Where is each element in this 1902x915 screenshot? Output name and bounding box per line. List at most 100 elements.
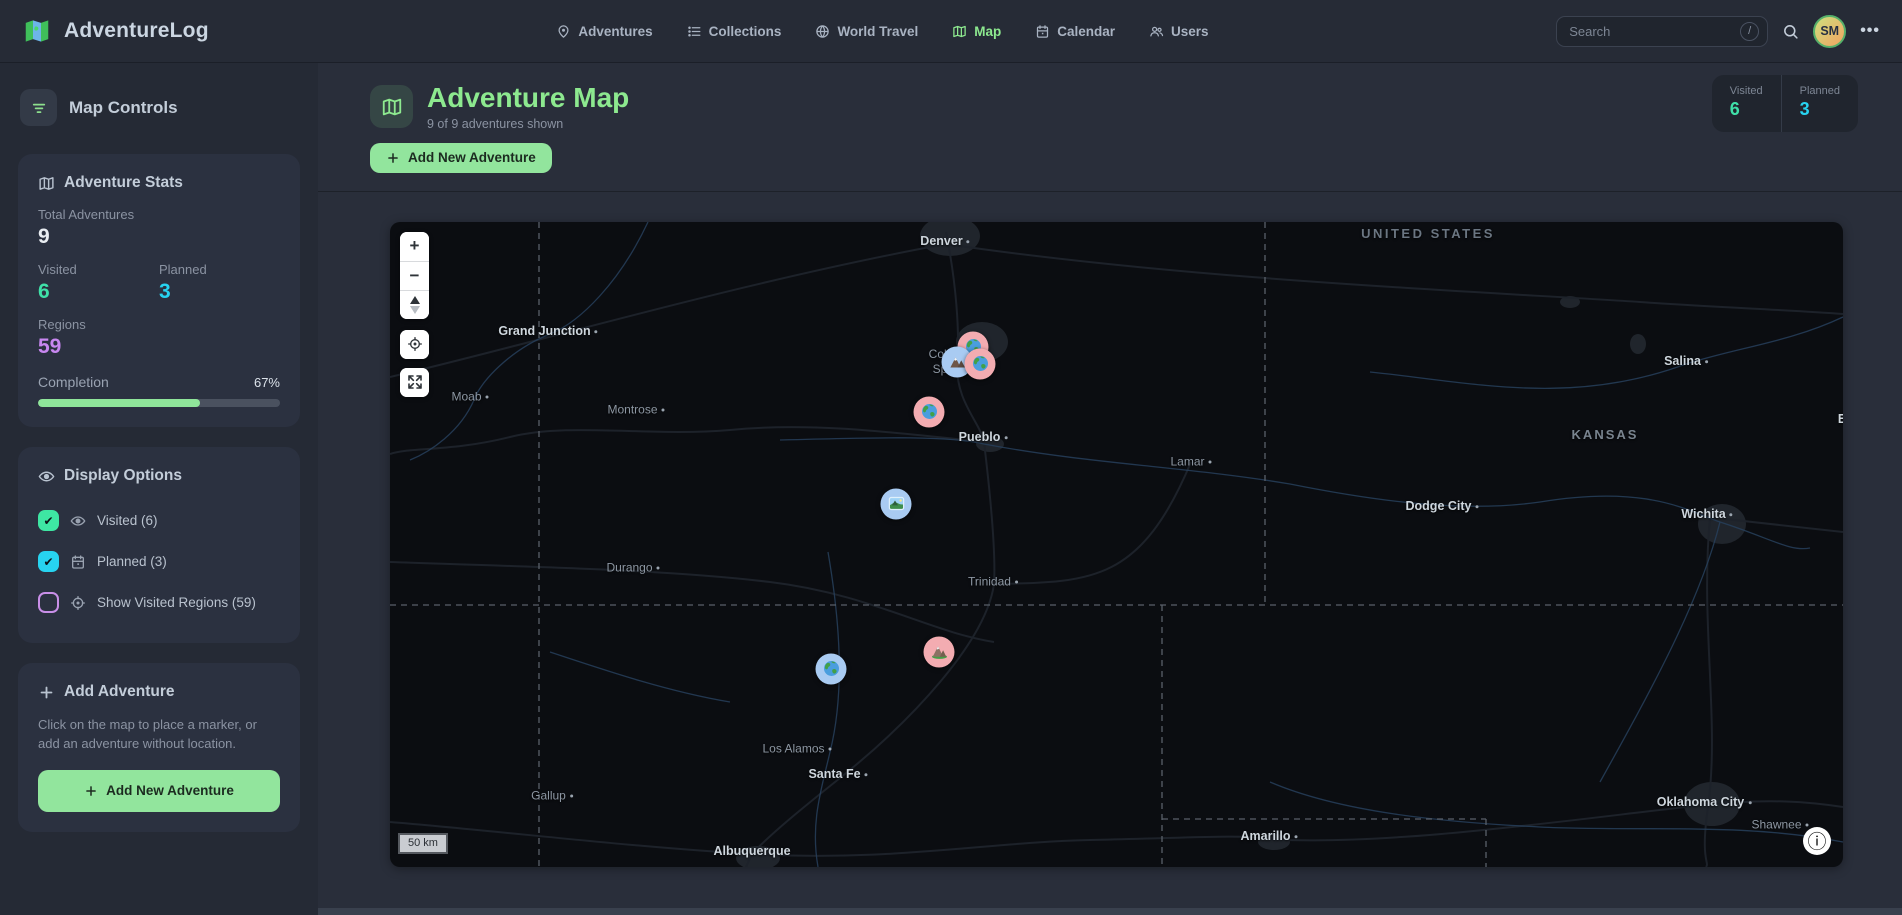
nav-item-icon xyxy=(952,24,967,39)
adventurelog-logo-icon xyxy=(22,16,52,46)
sidebar-header: Map Controls xyxy=(20,89,300,126)
map-scale-bar: 50 km xyxy=(398,833,448,854)
add-adventure-heading: Add Adventure xyxy=(64,683,175,701)
nav-item-icon xyxy=(1149,24,1164,39)
locate-control-group xyxy=(400,330,429,359)
regions-label: Regions xyxy=(38,317,159,332)
map-icon xyxy=(38,175,55,192)
visited-value: 6 xyxy=(38,280,159,304)
page-subtitle: 9 of 9 adventures shown xyxy=(427,117,629,131)
nav-item[interactable]: Calendar xyxy=(1035,24,1115,39)
map-canvas[interactable]: DenverUNITED STATESGrand JunctionMoabMon… xyxy=(390,222,1843,867)
app-root: AdventureLog Adventures Collections Worl… xyxy=(0,0,1902,915)
adventure-marker[interactable] xyxy=(965,348,996,379)
nav-item-icon xyxy=(1035,24,1050,39)
option-icon xyxy=(70,595,86,611)
attribution-info-icon[interactable]: ⓘ xyxy=(1803,827,1831,855)
planned-label: Planned xyxy=(159,262,280,277)
nav-item[interactable]: Map xyxy=(952,24,1001,39)
nav-item-label: Map xyxy=(974,24,1001,39)
sidebar-title: Map Controls xyxy=(69,98,178,118)
main-navigation: Adventures Collections World Travel Map … xyxy=(209,24,1556,39)
header-planned-label: Planned xyxy=(1800,85,1840,97)
checkbox[interactable] xyxy=(38,510,59,531)
search-icon[interactable] xyxy=(1782,23,1799,40)
completion-label: Completion xyxy=(38,374,109,390)
page-title: Adventure Map xyxy=(427,83,629,114)
marker-icon xyxy=(822,660,840,678)
total-adventures-value: 9 xyxy=(38,225,280,249)
avatar[interactable]: SM xyxy=(1813,15,1846,48)
adventure-map-icon xyxy=(370,85,413,128)
search-shortcut-badge: / xyxy=(1740,22,1759,41)
display-option-row[interactable]: Show Visited Regions (59) xyxy=(38,582,280,623)
adventure-marker[interactable] xyxy=(881,488,912,519)
header-planned-value: 3 xyxy=(1800,99,1840,120)
nav-item-label: Users xyxy=(1171,24,1209,39)
adventure-marker[interactable] xyxy=(914,396,945,427)
add-new-adventure-button-sidebar[interactable]: Add New Adventure xyxy=(38,770,280,812)
app-title: AdventureLog xyxy=(64,19,209,43)
display-options-list: Visited (6) Planned (3) Show Visited Reg… xyxy=(38,500,280,623)
compass-icon xyxy=(410,296,420,314)
nav-item[interactable]: Users xyxy=(1149,24,1209,39)
regions-value: 59 xyxy=(38,335,159,359)
locate-icon xyxy=(407,336,423,352)
adventure-stats-card: Adventure Stats Total Adventures 9 Visit… xyxy=(18,154,300,427)
display-option-row[interactable]: Visited (6) xyxy=(38,500,280,541)
marker-icon xyxy=(930,643,948,661)
header-visited-value: 6 xyxy=(1730,99,1763,120)
search-box: / xyxy=(1556,16,1768,47)
nav-item[interactable]: World Travel xyxy=(815,24,918,39)
fullscreen-button[interactable] xyxy=(400,368,429,397)
navbar-right: / SM ••• xyxy=(1556,15,1880,48)
fullscreen-icon xyxy=(407,374,423,390)
option-icon xyxy=(70,554,86,570)
eye-icon xyxy=(38,468,55,485)
zoom-in-button[interactable]: + xyxy=(400,232,429,261)
map-controls-sidebar: Map Controls Adventure Stats Total Adven… xyxy=(0,63,318,915)
nav-item-label: Adventures xyxy=(578,24,652,39)
marker-icon xyxy=(971,355,989,373)
overflow-menu-icon[interactable]: ••• xyxy=(1860,22,1880,40)
add-adventure-description: Click on the map to place a marker, or a… xyxy=(38,716,280,754)
option-icon xyxy=(70,513,86,529)
compass-button[interactable] xyxy=(400,290,429,319)
adventure-marker[interactable] xyxy=(924,636,955,667)
filter-icon[interactable] xyxy=(20,89,57,126)
nav-item[interactable]: Adventures xyxy=(556,24,652,39)
add-adventure-card: Add Adventure Click on the map to place … xyxy=(18,663,300,832)
header-divider xyxy=(318,191,1902,192)
completion-progress-fill xyxy=(38,399,200,407)
visited-label: Visited xyxy=(38,262,159,277)
checkbox[interactable] xyxy=(38,592,59,613)
marker-icon xyxy=(887,495,905,513)
nav-item[interactable]: Collections xyxy=(687,24,782,39)
marker-icon xyxy=(948,353,966,371)
completion-value: 67% xyxy=(254,375,280,390)
display-option-row[interactable]: Planned (3) xyxy=(38,541,280,582)
add-new-adventure-button[interactable]: Add New Adventure xyxy=(370,143,552,173)
option-label: Visited (6) xyxy=(97,513,158,528)
planned-value: 3 xyxy=(159,280,280,304)
app-logo[interactable]: AdventureLog xyxy=(22,16,209,46)
plus-icon xyxy=(38,684,55,701)
checkbox[interactable] xyxy=(38,551,59,572)
option-label: Planned (3) xyxy=(97,554,167,569)
nav-item-icon xyxy=(815,24,830,39)
display-options-heading: Display Options xyxy=(64,467,182,485)
stats-heading: Adventure Stats xyxy=(64,174,183,192)
zoom-control-group: + − xyxy=(400,232,429,319)
plus-icon xyxy=(84,784,98,798)
locate-button[interactable] xyxy=(400,330,429,359)
marker-icon xyxy=(920,403,938,421)
display-options-card: Display Options Visited (6) Planned (3) xyxy=(18,447,300,643)
zoom-out-button[interactable]: − xyxy=(400,261,429,290)
adventure-marker[interactable] xyxy=(816,653,847,684)
completion-progress-track xyxy=(38,399,280,407)
header-stats-panel: Visited 6 Planned 3 xyxy=(1712,75,1858,132)
search-input[interactable] xyxy=(1569,24,1740,39)
nav-item-label: Collections xyxy=(709,24,782,39)
top-navbar: AdventureLog Adventures Collections Worl… xyxy=(0,0,1902,63)
nav-item-icon xyxy=(687,24,702,39)
